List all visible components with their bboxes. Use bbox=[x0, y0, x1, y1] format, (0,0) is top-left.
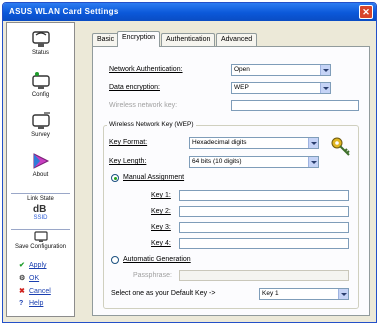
sidebar-item-label: Survey bbox=[31, 132, 50, 138]
divider bbox=[11, 229, 70, 230]
signal-icon: dB bbox=[33, 204, 46, 214]
data-encryption-label: Data encryption: bbox=[109, 84, 160, 91]
ok-button[interactable]: ⚙ OK bbox=[19, 274, 39, 282]
key-2-label: Key 2: bbox=[151, 208, 171, 215]
svg-text:dB: dB bbox=[33, 204, 46, 214]
sidebar-item-about[interactable]: About bbox=[7, 151, 74, 178]
help-icon: ? bbox=[19, 300, 24, 307]
check-icon: ✔ bbox=[19, 262, 25, 269]
cancel-label: Cancel bbox=[29, 288, 51, 295]
cancel-icon: ✖ bbox=[19, 288, 25, 295]
key-format-value: Hexadecimal digits bbox=[192, 139, 247, 146]
key-icon bbox=[331, 137, 350, 156]
tab-authentication[interactable]: Authentication bbox=[161, 33, 216, 46]
sidebar-item-label: Status bbox=[31, 50, 49, 56]
key-length-value: 64 bits (10 digits) bbox=[192, 158, 242, 165]
key-2-input[interactable] bbox=[179, 206, 349, 217]
save-configuration-button[interactable]: Save Configuration bbox=[7, 231, 74, 250]
sidebar-item-label: About bbox=[32, 172, 49, 178]
apply-button[interactable]: ✔ Apply bbox=[19, 261, 47, 269]
passphrase-label: Passphrase: bbox=[133, 272, 172, 279]
chevron-down-icon bbox=[308, 157, 318, 167]
key-length-select[interactable]: 64 bits (10 digits) bbox=[189, 156, 319, 168]
link-state: Link State dB SSID bbox=[7, 195, 74, 221]
key-format-select[interactable]: Hexadecimal digits bbox=[189, 137, 319, 149]
key-1-label: Key 1: bbox=[151, 192, 171, 199]
link-state-label: Link State bbox=[27, 196, 54, 202]
wireless-key-input[interactable] bbox=[231, 100, 359, 111]
group-title: Wireless Network Key (WEP) bbox=[107, 121, 196, 128]
sidebar: Status Config Survey About Link State dB… bbox=[6, 22, 75, 317]
divider bbox=[11, 193, 70, 194]
status-icon bbox=[31, 31, 50, 47]
close-button[interactable]: ✕ bbox=[359, 5, 373, 19]
tab-basic[interactable]: Basic bbox=[92, 33, 120, 46]
chevron-down-icon bbox=[320, 65, 330, 75]
key-3-input[interactable] bbox=[179, 222, 349, 233]
ssid-label: SSID bbox=[33, 215, 48, 221]
ok-label: OK bbox=[29, 275, 40, 282]
key-3-label: Key 3: bbox=[151, 224, 171, 231]
default-key-label: Select one as your Default Key -> bbox=[111, 290, 216, 297]
encryption-panel: Network Authentication: Open Data encryp… bbox=[92, 46, 370, 316]
apply-label: Apply bbox=[29, 262, 47, 269]
wep-key-group bbox=[103, 125, 359, 309]
sidebar-item-survey[interactable]: Survey bbox=[7, 111, 74, 138]
key-format-label: Key Format: bbox=[109, 139, 148, 146]
title-bar: ASUS WLAN Card Settings ✕ bbox=[3, 3, 376, 21]
wireless-key-label: Wireless network key: bbox=[109, 102, 178, 109]
survey-icon bbox=[31, 112, 50, 129]
chevron-down-icon bbox=[320, 83, 330, 93]
automatic-generation-label: Automatic Generation bbox=[123, 256, 191, 263]
sidebar-item-label: Config bbox=[31, 92, 50, 98]
data-encryption-select[interactable]: WEP bbox=[231, 82, 331, 94]
manual-assignment-label: Manual Assignment bbox=[123, 174, 185, 181]
key-4-input[interactable] bbox=[179, 238, 349, 249]
chevron-down-icon bbox=[308, 138, 318, 148]
sidebar-item-status[interactable]: Status bbox=[7, 29, 74, 56]
tab-advanced[interactable]: Advanced bbox=[216, 33, 258, 46]
save-config-icon bbox=[33, 231, 48, 242]
network-auth-label: Network Authentication: bbox=[109, 66, 183, 73]
key-1-input[interactable] bbox=[179, 190, 349, 201]
ok-icon: ⚙ bbox=[19, 275, 26, 282]
help-button[interactable]: ? Help bbox=[19, 300, 43, 307]
passphrase-input[interactable] bbox=[179, 270, 349, 281]
network-auth-value: Open bbox=[234, 66, 250, 73]
window-title: ASUS WLAN Card Settings bbox=[9, 7, 119, 16]
help-label: Help bbox=[29, 300, 44, 307]
save-config-label: Save Configuration bbox=[14, 244, 67, 250]
config-icon bbox=[31, 72, 50, 89]
manual-assignment-radio[interactable] bbox=[111, 174, 119, 182]
tab-encryption[interactable]: Encryption bbox=[117, 31, 161, 47]
about-icon bbox=[33, 153, 49, 169]
chevron-down-icon bbox=[338, 289, 348, 299]
default-key-value: Key 1 bbox=[262, 290, 279, 297]
network-auth-select[interactable]: Open bbox=[231, 64, 331, 76]
automatic-generation-radio[interactable] bbox=[111, 256, 119, 264]
key-4-label: Key 4: bbox=[151, 240, 171, 247]
key-length-label: Key Length: bbox=[109, 158, 147, 165]
default-key-select[interactable]: Key 1 bbox=[259, 288, 349, 300]
sidebar-item-config[interactable]: Config bbox=[7, 71, 74, 98]
cancel-button[interactable]: ✖ Cancel bbox=[19, 287, 51, 295]
data-encryption-value: WEP bbox=[234, 84, 249, 91]
